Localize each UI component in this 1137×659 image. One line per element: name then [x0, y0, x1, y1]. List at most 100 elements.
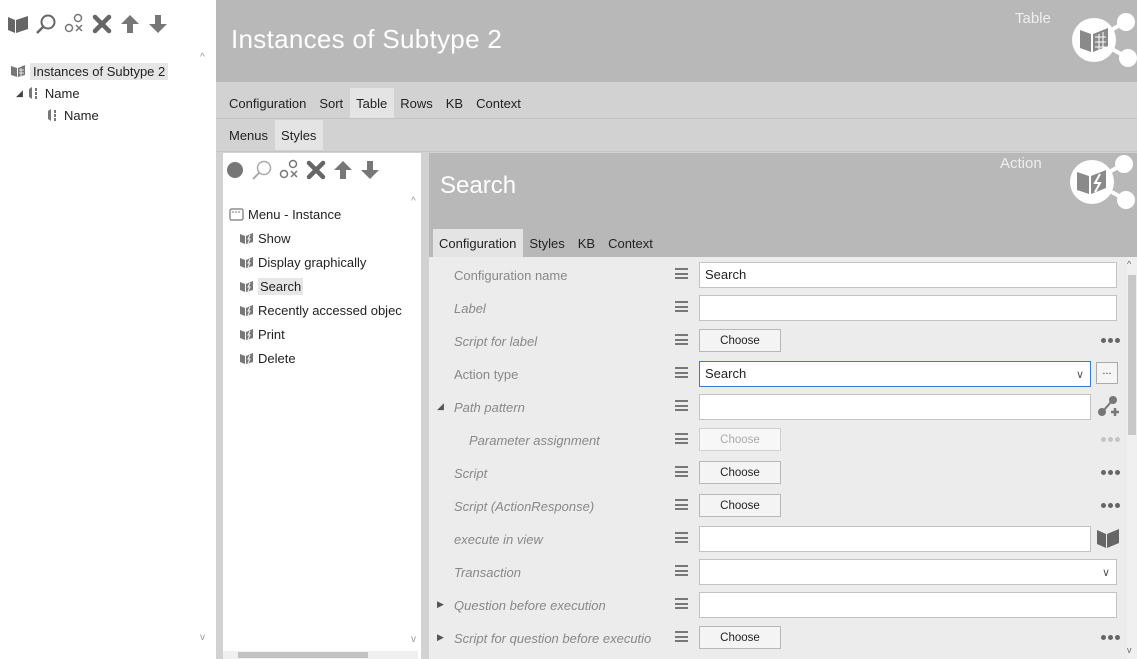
menu-item-recently-accessed[interactable]: Recently accessed objec	[223, 298, 418, 322]
tab-kb[interactable]: KB	[572, 229, 602, 257]
menu-item-display-graphically[interactable]: Display graphically	[223, 250, 418, 274]
arrow-up-icon[interactable]	[118, 12, 142, 36]
tree-item-name-child[interactable]: Name	[10, 104, 200, 126]
menu-root-label: Menu - Instance	[248, 206, 342, 222]
view-picker-icon[interactable]	[1096, 527, 1120, 551]
hamburger-icon[interactable]	[675, 598, 688, 609]
menu-item-show[interactable]: Show	[223, 226, 418, 250]
delete-icon[interactable]	[90, 12, 114, 36]
menu-icon	[229, 207, 244, 221]
hamburger-icon[interactable]	[675, 499, 688, 510]
menu-item-search[interactable]: Search	[223, 274, 418, 298]
folder-icon[interactable]	[6, 12, 30, 36]
path-pattern-input[interactable]	[699, 394, 1091, 420]
hamburger-icon[interactable]	[675, 631, 688, 642]
menu-item-print[interactable]: Print	[223, 322, 418, 346]
choose-button[interactable]: Choose	[699, 494, 781, 517]
row-parameter-assignment: Parameter assignment Choose	[429, 424, 1127, 457]
row-script-for-label: Script for label Choose	[429, 325, 1127, 358]
choose-button[interactable]: Choose	[699, 428, 781, 451]
execute-in-view-input[interactable]	[699, 526, 1091, 552]
tab-styles[interactable]: Styles	[275, 120, 324, 150]
ellipsis-button[interactable]: ...	[1096, 362, 1118, 384]
circle-icon[interactable]	[223, 158, 247, 182]
action-icon	[239, 280, 254, 293]
menu-root[interactable]: Menu - Instance	[223, 202, 418, 226]
hamburger-icon[interactable]	[675, 301, 688, 312]
hamburger-icon[interactable]	[675, 466, 688, 477]
menu-item-label: Print	[258, 326, 285, 342]
action-icon	[239, 328, 254, 341]
action-tabs: Configuration Styles KB Context	[433, 229, 660, 257]
tab-menus[interactable]: Menus	[223, 120, 275, 150]
question-input[interactable]	[699, 592, 1117, 618]
search-icon[interactable]	[250, 158, 274, 182]
horizontal-scrollbar[interactable]	[0, 648, 200, 659]
divider	[216, 151, 1137, 152]
choose-button[interactable]: Choose	[699, 329, 781, 352]
tab-table[interactable]: Table	[350, 88, 395, 118]
scrollbar-thumb[interactable]	[238, 652, 368, 658]
hamburger-icon[interactable]	[675, 565, 688, 576]
tree-item-name[interactable]: ◢ Name	[10, 82, 200, 104]
tree-item-root[interactable]: Instances of Subtype 2	[10, 60, 200, 82]
arrow-up-icon[interactable]	[331, 158, 355, 182]
field-label: Configuration name	[454, 268, 568, 283]
scroll-down-icon[interactable]: v	[411, 634, 416, 645]
field-label: Script for label	[454, 334, 538, 349]
scroll-down-icon[interactable]: v	[1127, 645, 1132, 655]
attribute-icon	[46, 108, 60, 122]
expand-caret-icon[interactable]: ▶	[437, 632, 444, 643]
search-icon[interactable]	[34, 12, 58, 36]
row-action-type: Action type Search ∨ ...	[429, 358, 1127, 391]
sub-tabs: Menus Styles	[223, 120, 324, 150]
arrow-down-icon[interactable]	[146, 12, 170, 36]
menu-item-label: Recently accessed objec	[258, 302, 402, 318]
transaction-select[interactable]: ∨	[699, 559, 1117, 585]
tab-kb[interactable]: KB	[440, 88, 470, 118]
arrow-down-icon[interactable]	[358, 158, 382, 182]
tab-rows[interactable]: Rows	[394, 88, 440, 118]
tab-configuration[interactable]: Configuration	[223, 88, 313, 118]
configuration-name-input[interactable]: Search	[699, 262, 1117, 288]
tab-styles[interactable]: Styles	[523, 229, 571, 257]
link-icon[interactable]	[277, 158, 301, 182]
more-icon[interactable]	[1101, 437, 1120, 442]
tab-sort[interactable]: Sort	[313, 88, 350, 118]
chevron-down-icon: ∨	[1101, 567, 1110, 579]
menu-item-delete[interactable]: Delete	[223, 346, 418, 370]
delete-icon[interactable]	[304, 158, 328, 182]
action-type-select[interactable]: Search ∨	[699, 361, 1091, 387]
action-title: Search	[440, 172, 517, 199]
row-configuration-name: Configuration name Search	[429, 259, 1127, 292]
choose-button[interactable]: Choose	[699, 461, 781, 484]
tab-configuration[interactable]: Configuration	[433, 229, 524, 257]
expand-caret-icon[interactable]: ◢	[437, 401, 444, 412]
label-input[interactable]	[699, 295, 1117, 321]
action-icon	[239, 232, 254, 245]
scroll-down-icon[interactable]: v	[200, 632, 205, 643]
link-icon[interactable]	[62, 12, 86, 36]
tab-context[interactable]: Context	[602, 229, 660, 257]
more-icon[interactable]	[1101, 338, 1120, 343]
hamburger-icon[interactable]	[675, 400, 688, 411]
more-icon[interactable]	[1101, 635, 1120, 640]
add-link-icon[interactable]	[1096, 395, 1120, 419]
hamburger-icon[interactable]	[675, 433, 688, 444]
hamburger-icon[interactable]	[675, 268, 688, 279]
tab-context[interactable]: Context	[470, 88, 528, 118]
scrollbar-thumb[interactable]	[1128, 275, 1136, 435]
scroll-up-icon[interactable]: ^	[411, 196, 416, 207]
expand-caret-icon[interactable]: ▶	[437, 599, 444, 610]
expand-caret-icon[interactable]: ◢	[16, 88, 23, 99]
choose-button[interactable]: Choose	[699, 626, 781, 649]
hamburger-icon[interactable]	[675, 334, 688, 345]
scroll-up-icon[interactable]: ^	[1127, 259, 1131, 269]
more-icon[interactable]	[1101, 470, 1120, 475]
scroll-up-icon[interactable]: ^	[200, 52, 205, 63]
table-type-icon	[1066, 12, 1137, 74]
hamburger-icon[interactable]	[675, 367, 688, 378]
field-label: Action type	[454, 367, 519, 382]
hamburger-icon[interactable]	[675, 532, 688, 543]
more-icon[interactable]	[1101, 503, 1120, 508]
